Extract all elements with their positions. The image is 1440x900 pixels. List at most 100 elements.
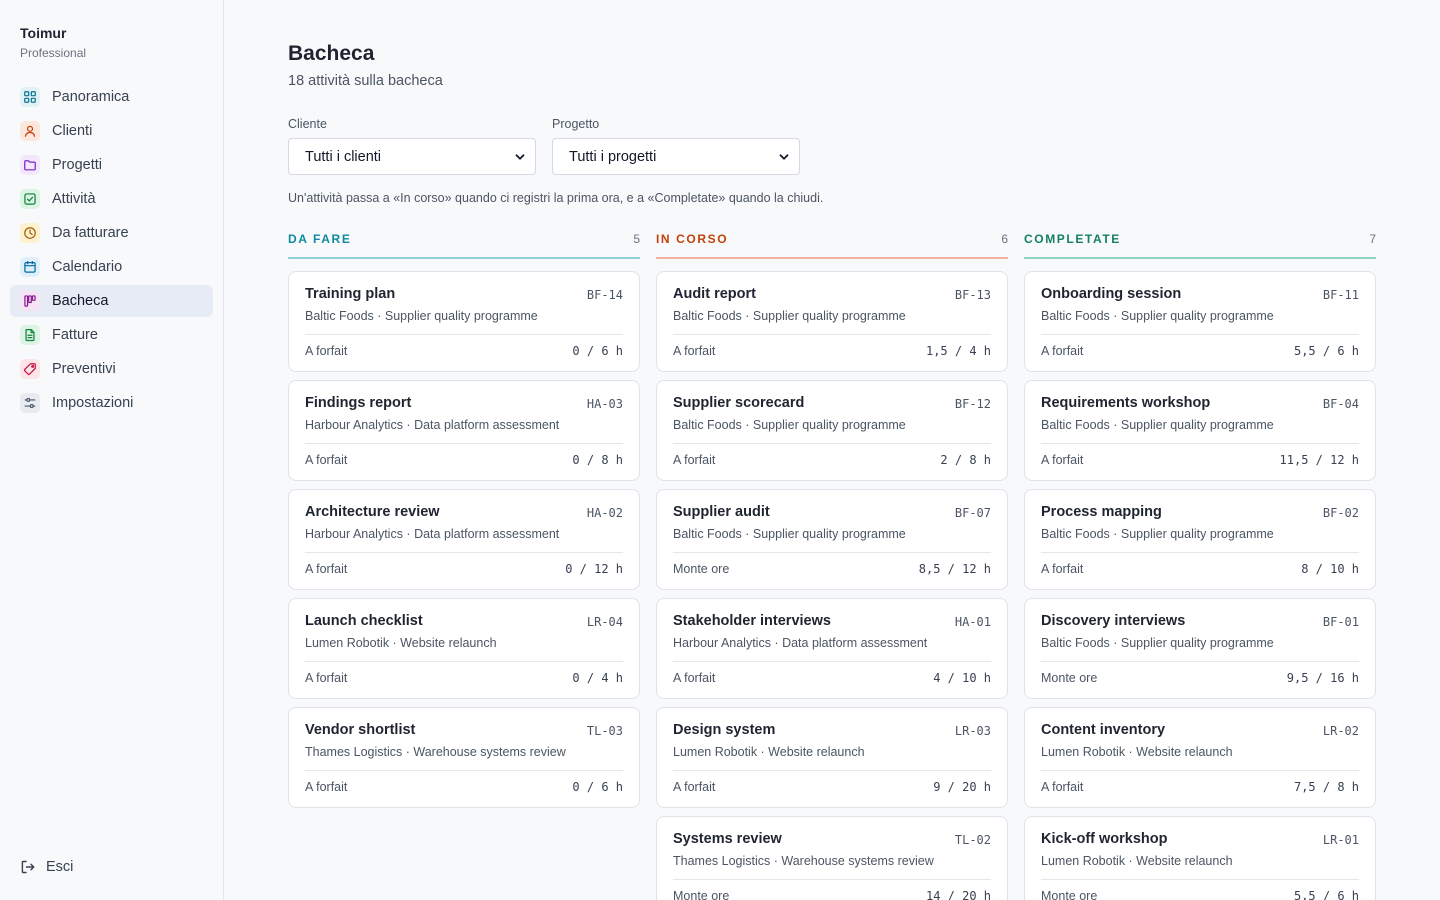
task-card[interactable]: Systems review TL-02 Thames Logistics · Wa…: [656, 816, 1008, 900]
task-hours: 0 / 12 h: [565, 562, 623, 576]
task-code: BF-12: [954, 397, 991, 411]
task-hours: 5,5 / 6 h: [1293, 889, 1359, 900]
task-title: Systems review: [673, 831, 782, 847]
column-count: 6: [1001, 232, 1008, 246]
sidebar-item-progetti[interactable]: Progetti: [10, 149, 213, 181]
task-billing-type: A forfait: [305, 671, 348, 685]
sidebar-item-calendario[interactable]: Calendario: [10, 251, 213, 283]
task-title: Design system: [673, 722, 776, 738]
task-title: Requirements workshop: [1041, 395, 1211, 411]
sidebar-item-label: Fatture: [52, 327, 98, 343]
task-card[interactable]: Supplier scorecard BF-12 Baltic Foods · Su…: [656, 380, 1008, 481]
task-card[interactable]: Supplier audit BF-07 Baltic Foods · Suppli…: [656, 489, 1008, 590]
column-header: IN CORSO 6: [656, 230, 1008, 257]
task-billing-type: A forfait: [1041, 344, 1084, 358]
tag-icon: [20, 359, 40, 379]
task-card[interactable]: Discovery interviews BF-01 Baltic Foods · …: [1024, 598, 1376, 699]
sidebar-item-impostazioni[interactable]: Impostazioni: [10, 387, 213, 419]
logout-label: Esci: [46, 859, 74, 875]
column-rule: [656, 257, 1008, 259]
task-code: LR-04: [586, 615, 623, 629]
project-select[interactable]: Tutti i progetti: [552, 138, 800, 175]
column-title: DA FARE: [288, 232, 352, 246]
task-title: Training plan: [305, 286, 396, 302]
task-card[interactable]: Design system LR-03 Lumen Robotik · Websit…: [656, 707, 1008, 808]
logout-icon: [21, 860, 35, 874]
client-select-value: Tutti i clienti: [305, 148, 382, 165]
task-code: BF-01: [1322, 615, 1359, 629]
task-card[interactable]: Requirements workshop BF-04 Baltic Foods ·…: [1024, 380, 1376, 481]
task-client-project: Lumen Robotik · Website relaunch: [1041, 854, 1233, 868]
card-divider: [673, 334, 991, 335]
checkbox-icon: [20, 189, 40, 209]
client-filter-label: Cliente: [288, 117, 327, 131]
task-client-project: Baltic Foods · Supplier quality programm…: [1041, 309, 1274, 323]
sidebar-item-label: Progetti: [52, 157, 102, 173]
card-divider: [1041, 334, 1359, 335]
task-client-project: Baltic Foods · Supplier quality programm…: [1041, 636, 1274, 650]
task-client-project: Baltic Foods · Supplier quality programm…: [673, 309, 906, 323]
task-title: Process mapping: [1041, 504, 1162, 520]
sidebar-item-label: Preventivi: [52, 361, 116, 377]
user-icon: [20, 121, 40, 141]
sidebar-item-clienti[interactable]: Clienti: [10, 115, 213, 147]
sidebar-item-label: Bacheca: [52, 293, 109, 309]
task-hours: 9,5 / 16 h: [1286, 671, 1359, 685]
card-list: Onboarding session BF-11 Baltic Foods · Su…: [1024, 271, 1376, 900]
task-billing-type: A forfait: [673, 671, 716, 685]
sidebar-item-bacheca[interactable]: Bacheca: [10, 285, 213, 317]
client-select[interactable]: Tutti i clienti: [288, 138, 536, 175]
task-billing-type: A forfait: [1041, 780, 1084, 794]
task-card[interactable]: Process mapping BF-02 Baltic Foods · Suppl…: [1024, 489, 1376, 590]
task-card[interactable]: Vendor shortlist TL-03 Thames Logistics · …: [288, 707, 640, 808]
task-hours: 1,5 / 4 h: [925, 344, 991, 358]
task-billing-type: Monte ore: [1041, 889, 1098, 900]
sidebar-item-label: Impostazioni: [52, 395, 134, 411]
task-title: Launch checklist: [305, 613, 423, 629]
task-title: Architecture review: [305, 504, 440, 520]
task-hours: 0 / 4 h: [572, 671, 623, 685]
task-hours: 8,5 / 12 h: [918, 562, 991, 576]
sidebar-item-panoramica[interactable]: Panoramica: [10, 81, 213, 113]
task-card[interactable]: Training plan BF-14 Baltic Foods · Supplie…: [288, 271, 640, 372]
card-divider: [1041, 552, 1359, 553]
task-card[interactable]: Stakeholder interviews HA-01 Harbour Analy…: [656, 598, 1008, 699]
sidebar-item-label: Da fatturare: [52, 225, 129, 241]
task-card[interactable]: Content inventory LR-02 Lumen Robotik · We…: [1024, 707, 1376, 808]
task-client-project: Baltic Foods · Supplier quality programm…: [1041, 418, 1274, 432]
column-title: COMPLETATE: [1024, 232, 1121, 246]
document-icon: [20, 325, 40, 345]
sidebar-item-preventivi[interactable]: Preventivi: [10, 353, 213, 385]
page-title: Bacheca: [288, 42, 375, 65]
sidebar-item-fatture[interactable]: Fatture: [10, 319, 213, 351]
board-hint: Un'attività passa a «In corso» quando ci…: [288, 191, 824, 205]
task-hours: 0 / 6 h: [572, 344, 623, 358]
task-hours: 5,5 / 6 h: [1293, 344, 1359, 358]
column-rule: [288, 257, 640, 259]
task-title: Onboarding session: [1041, 286, 1182, 302]
task-card[interactable]: Launch checklist LR-04 Lumen Robotik · Web…: [288, 598, 640, 699]
task-code: HA-01: [954, 615, 991, 629]
task-hours: 9 / 20 h: [933, 780, 991, 794]
task-card[interactable]: Architecture review HA-02 Harbour Analytic…: [288, 489, 640, 590]
task-card[interactable]: Onboarding session BF-11 Baltic Foods · Su…: [1024, 271, 1376, 372]
task-billing-type: A forfait: [673, 453, 716, 467]
column-count: 5: [633, 232, 640, 246]
task-code: LR-03: [954, 724, 991, 738]
task-hours: 14 / 20 h: [925, 889, 991, 900]
app-name: Toimur: [20, 25, 67, 41]
task-card[interactable]: Findings report HA-03 Harbour Analytics · …: [288, 380, 640, 481]
sidebar-item-da-fatturare[interactable]: Da fatturare: [10, 217, 213, 249]
calendar-icon: [20, 257, 40, 277]
task-hours: 4 / 10 h: [933, 671, 991, 685]
task-title: Kick-off workshop: [1041, 831, 1168, 847]
column-count: 7: [1369, 232, 1376, 246]
task-hours: 0 / 6 h: [572, 780, 623, 794]
sidebar-item-attivita[interactable]: Attività: [10, 183, 213, 215]
task-billing-type: A forfait: [305, 562, 348, 576]
task-billing-type: A forfait: [1041, 453, 1084, 467]
task-card[interactable]: Audit report BF-13 Baltic Foods · Supplier…: [656, 271, 1008, 372]
logout-button[interactable]: Esci: [20, 859, 73, 875]
page-subtitle: 18 attività sulla bacheca: [288, 73, 443, 89]
task-card[interactable]: Kick-off workshop LR-01 Lumen Robotik · We…: [1024, 816, 1376, 900]
